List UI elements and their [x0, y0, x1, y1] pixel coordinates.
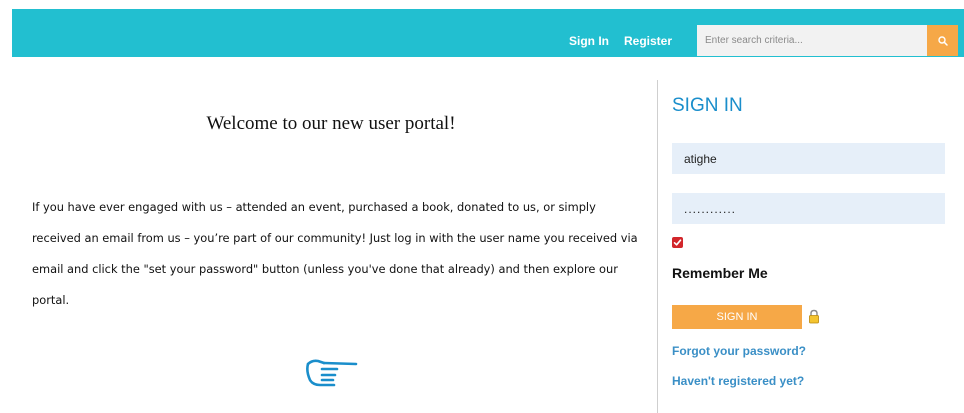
- remember-me-checkbox[interactable]: [672, 237, 683, 248]
- remember-me-label: Remember Me: [672, 265, 768, 281]
- register-prompt-link[interactable]: Haven't registered yet?: [672, 374, 804, 388]
- password-field[interactable]: [672, 193, 945, 224]
- sign-in-button[interactable]: SIGN IN: [672, 305, 802, 329]
- register-link[interactable]: Register: [624, 34, 672, 48]
- intro-paragraph: If you have ever engaged with us – atten…: [32, 200, 638, 307]
- search-icon: [937, 35, 948, 46]
- pointing-hand-icon: [306, 359, 358, 387]
- sign-in-link[interactable]: Sign In: [569, 34, 609, 48]
- checkmark-icon: [673, 239, 682, 246]
- column-divider: [657, 80, 658, 413]
- search-input[interactable]: [697, 25, 927, 56]
- lock-icon: [809, 309, 819, 324]
- forgot-password-link[interactable]: Forgot your password?: [672, 344, 806, 358]
- search-button[interactable]: [927, 25, 958, 56]
- sign-in-title: SIGN IN: [672, 95, 743, 116]
- username-field[interactable]: [672, 143, 945, 174]
- welcome-heading: Welcome to our new user portal!: [206, 113, 456, 134]
